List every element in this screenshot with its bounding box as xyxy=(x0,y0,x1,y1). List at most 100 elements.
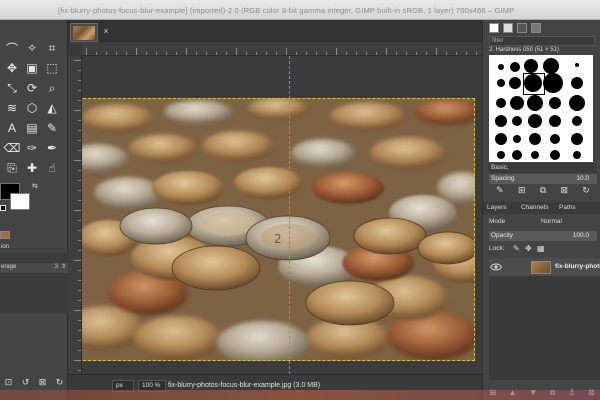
crop-icon[interactable]: ⌗ xyxy=(42,38,62,58)
vertical-ruler[interactable] xyxy=(68,56,82,374)
spacing-slider[interactable]: Spacing 10.0 xyxy=(489,174,597,184)
tab-channels[interactable]: Channels xyxy=(521,204,548,211)
refresh-brushes-icon[interactable]: ↻ xyxy=(582,185,590,199)
align-icon[interactable]: ▣ xyxy=(22,58,42,78)
paintbrush-icon[interactable]: ✎ xyxy=(42,118,62,138)
bucket-fill-icon[interactable]: ◭ xyxy=(42,98,62,118)
image-tab[interactable] xyxy=(70,23,98,42)
layer-row[interactable]: fix-blurry-photos xyxy=(489,258,600,276)
lock-position-icon[interactable]: ✥ xyxy=(525,244,532,253)
brush-preset[interactable] xyxy=(510,62,520,72)
new-brush-icon[interactable]: ⊞ xyxy=(518,185,526,199)
brush-preset[interactable] xyxy=(571,77,583,89)
vertical-guide[interactable] xyxy=(289,56,290,374)
brush-preset[interactable] xyxy=(575,63,579,67)
brush-preset[interactable] xyxy=(495,115,507,127)
brush-preset[interactable] xyxy=(497,79,505,87)
brush-preset[interactable] xyxy=(495,133,507,145)
horizontal-ruler[interactable] xyxy=(82,42,482,56)
fonts-tab-icon[interactable] xyxy=(517,23,527,33)
spin-arrows-icon[interactable]: ⇕ xyxy=(61,263,66,270)
cage-icon[interactable]: ⬡ xyxy=(22,98,42,118)
opacity-slider[interactable]: Opacity 100.0 xyxy=(489,231,597,241)
brush-preset[interactable] xyxy=(529,133,541,145)
gradient-icon[interactable]: ▤ xyxy=(22,118,42,138)
brush-preset[interactable] xyxy=(531,151,539,159)
clone-icon[interactable]: ⎘ xyxy=(2,158,22,178)
heal-icon[interactable]: ✚ xyxy=(22,158,42,178)
duplicate-brush-icon[interactable]: ⧉ xyxy=(540,185,546,199)
lock-alpha-icon[interactable]: ▦ xyxy=(537,244,545,253)
tool-option-row[interactable]: erage 3 ⇕ xyxy=(0,263,68,273)
brush-preset[interactable] xyxy=(549,115,561,127)
document-history-tab-icon[interactable] xyxy=(531,23,541,33)
layer-name[interactable]: fix-blurry-photos xyxy=(555,263,600,270)
text-icon[interactable]: A xyxy=(2,118,22,138)
close-icon[interactable]: × xyxy=(101,26,111,36)
scale-icon[interactable]: ⤡ xyxy=(2,78,22,98)
restore-icon[interactable]: ↺ xyxy=(22,377,30,388)
brush-preset[interactable] xyxy=(527,95,543,111)
brush-preset-label: Basic, xyxy=(491,164,509,171)
smudge-icon[interactable]: ☝ xyxy=(42,158,62,178)
eraser-icon[interactable]: ⌫ xyxy=(2,138,22,158)
airbrush-icon[interactable]: ✑ xyxy=(22,138,42,158)
brush-preset[interactable] xyxy=(510,96,524,110)
active-image-thumbnail[interactable] xyxy=(0,231,10,239)
ruler-tick xyxy=(78,120,81,121)
brush-preset[interactable] xyxy=(550,150,560,160)
brush-preset[interactable] xyxy=(550,134,560,144)
photo-coins-image[interactable]: 2 xyxy=(82,98,475,361)
background-color-swatch[interactable] xyxy=(10,193,30,210)
canvas-area[interactable]: 2 xyxy=(82,56,482,374)
brush-preset[interactable] xyxy=(509,77,521,89)
brush-preset[interactable] xyxy=(571,133,583,145)
lock-pixels-icon[interactable]: ✎ xyxy=(513,244,520,253)
brush-preset[interactable] xyxy=(569,95,585,111)
brush-preset[interactable] xyxy=(512,116,522,126)
move-icon[interactable]: ✥ xyxy=(2,58,22,78)
mode-select[interactable]: Normal xyxy=(541,218,562,225)
brush-preset[interactable] xyxy=(528,114,542,128)
lock-label: Lock: xyxy=(489,245,505,252)
swap-colors-icon[interactable]: ⇆ xyxy=(32,183,40,191)
tool-options-tab[interactable]: ion xyxy=(0,243,68,253)
transform-icon[interactable]: ⬚ xyxy=(42,58,62,78)
ruler-tick xyxy=(156,52,157,55)
brush-preset[interactable] xyxy=(498,64,504,70)
brush-preset[interactable] xyxy=(524,59,538,73)
visibility-eye-icon[interactable] xyxy=(490,261,502,273)
brush-preset[interactable] xyxy=(543,58,559,74)
brush-preset[interactable] xyxy=(572,116,582,126)
save-icon[interactable]: ⊡ xyxy=(5,377,13,388)
delete-brush-icon[interactable]: ⊠ xyxy=(560,185,568,199)
brush-preset[interactable] xyxy=(512,150,522,160)
brush-filter-input[interactable]: filter xyxy=(489,36,595,46)
brush-grid[interactable] xyxy=(489,55,593,162)
delete-icon[interactable]: ⊠ xyxy=(39,377,47,388)
patterns-tab-icon[interactable] xyxy=(503,23,513,33)
ink-icon[interactable]: ✒ xyxy=(42,138,62,158)
brush-preset[interactable] xyxy=(497,151,505,159)
brushes-tab-icon[interactable] xyxy=(489,23,499,33)
brush-preset-select[interactable]: Basic, xyxy=(489,163,597,173)
brush-preset[interactable] xyxy=(496,98,506,108)
edit-brush-icon[interactable]: ✎ xyxy=(496,185,504,199)
ruler-corner[interactable] xyxy=(68,42,82,56)
ruler-tick xyxy=(78,70,81,71)
lasso-select-icon[interactable]: ⌒ xyxy=(2,38,22,58)
reset-icon[interactable]: ↻ xyxy=(56,377,64,388)
zoom-icon[interactable]: ⌕ xyxy=(42,78,62,98)
brush-preset[interactable] xyxy=(543,73,563,93)
tab-layers[interactable]: Layers xyxy=(487,204,507,211)
spacing-value: 10.0 xyxy=(576,175,589,182)
brush-preset[interactable] xyxy=(549,97,561,109)
brush-preset[interactable] xyxy=(573,151,581,159)
tab-paths[interactable]: Paths xyxy=(559,204,576,211)
brush-preset[interactable] xyxy=(513,135,521,143)
layers-list[interactable] xyxy=(489,276,600,380)
fuzzy-select-icon[interactable]: ✧ xyxy=(22,38,42,58)
reset-colors-icon[interactable] xyxy=(0,205,6,211)
rotate-icon[interactable]: ⟳ xyxy=(22,78,42,98)
warp-icon[interactable]: ≋ xyxy=(2,98,22,118)
